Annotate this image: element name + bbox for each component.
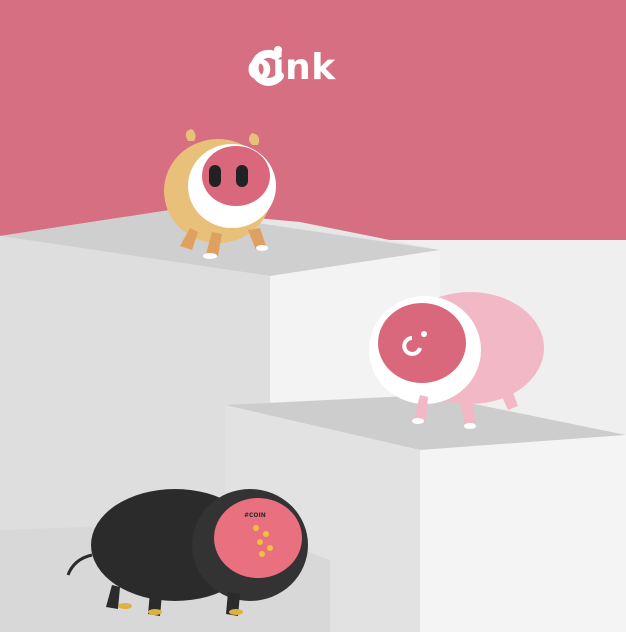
logo-c-icon <box>250 46 284 86</box>
black-pig-display-text: #COIN <box>244 512 266 519</box>
coink-logo: oink <box>247 38 336 98</box>
right-pedestal-right-face <box>420 435 626 632</box>
product-scene: oink #COIN <box>0 0 626 632</box>
